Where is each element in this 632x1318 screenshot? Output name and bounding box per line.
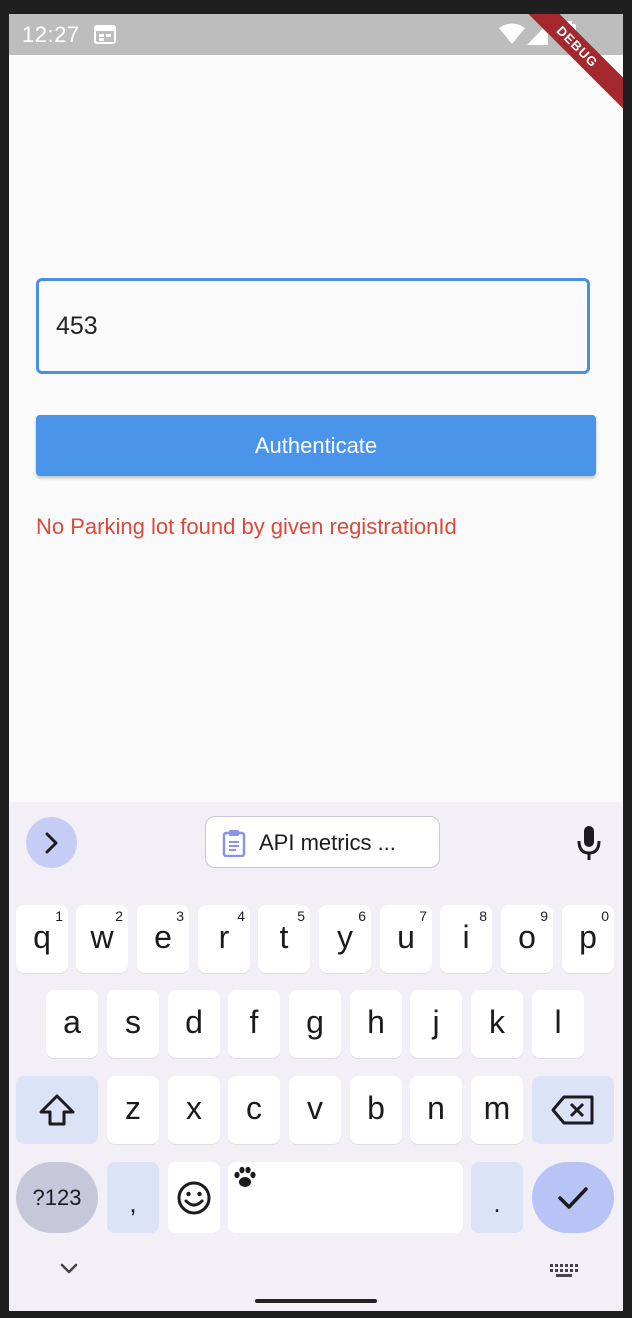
key-z[interactable]: z bbox=[107, 1076, 159, 1144]
key-i[interactable]: i8 bbox=[440, 905, 492, 973]
key-s[interactable]: s bbox=[107, 990, 159, 1058]
key-number-hint: 2 bbox=[115, 908, 123, 924]
home-indicator[interactable] bbox=[255, 1299, 377, 1303]
key-number-hint: 5 bbox=[297, 908, 305, 924]
key-c[interactable]: c bbox=[228, 1076, 280, 1144]
key-letter: q bbox=[33, 919, 51, 955]
space-key[interactable] bbox=[228, 1162, 463, 1233]
wifi-icon bbox=[499, 23, 525, 44]
key-l[interactable]: l bbox=[532, 990, 584, 1058]
key-q[interactable]: q1 bbox=[16, 905, 68, 973]
key-w[interactable]: w2 bbox=[76, 905, 128, 973]
key-number-hint: 6 bbox=[358, 908, 366, 924]
chevron-right-icon bbox=[45, 832, 57, 853]
key-y[interactable]: y6 bbox=[319, 905, 371, 973]
key-letter: e bbox=[154, 919, 172, 955]
keyboard-expand-button[interactable] bbox=[26, 817, 77, 868]
key-f[interactable]: f bbox=[228, 990, 280, 1058]
key-t[interactable]: t5 bbox=[258, 905, 310, 973]
registration-id-input[interactable] bbox=[36, 278, 590, 374]
mic-icon[interactable] bbox=[576, 825, 602, 861]
emoji-icon bbox=[177, 1181, 211, 1214]
key-number-hint: 8 bbox=[479, 908, 487, 924]
backspace-key[interactable] bbox=[532, 1076, 614, 1144]
key-letter: w bbox=[90, 919, 114, 955]
key-h[interactable]: h bbox=[350, 990, 402, 1058]
key-g[interactable]: g bbox=[289, 990, 341, 1058]
key-n[interactable]: n bbox=[410, 1076, 462, 1144]
check-icon bbox=[558, 1186, 588, 1209]
shift-key[interactable] bbox=[16, 1076, 98, 1144]
key-number-hint: 9 bbox=[540, 908, 548, 924]
emoji-key[interactable] bbox=[168, 1162, 220, 1233]
key-number-hint: 0 bbox=[601, 908, 609, 924]
key-letter: u bbox=[397, 919, 415, 955]
keyboard-icon[interactable] bbox=[550, 1264, 578, 1278]
clipboard-suggestion-chip[interactable]: API metrics ... bbox=[205, 816, 440, 868]
clipboard-icon bbox=[222, 830, 246, 857]
backspace-icon bbox=[551, 1095, 594, 1125]
key-u[interactable]: u7 bbox=[380, 905, 432, 973]
key-letter: p bbox=[579, 919, 597, 955]
key-p[interactable]: p0 bbox=[562, 905, 614, 973]
key-b[interactable]: b bbox=[350, 1076, 402, 1144]
key-v[interactable]: v bbox=[289, 1076, 341, 1144]
key-letter: t bbox=[279, 919, 289, 955]
key-e[interactable]: e3 bbox=[137, 905, 189, 973]
key-m[interactable]: m bbox=[471, 1076, 523, 1144]
key-x[interactable]: x bbox=[168, 1076, 220, 1144]
key-number-hint: 7 bbox=[419, 908, 427, 924]
key-letter: y bbox=[337, 919, 353, 955]
key-o[interactable]: o9 bbox=[501, 905, 553, 973]
key-k[interactable]: k bbox=[471, 990, 523, 1058]
key-letter: i bbox=[462, 919, 470, 955]
key-number-hint: 1 bbox=[55, 908, 63, 924]
key-r[interactable]: r4 bbox=[198, 905, 250, 973]
clipboard-suggestion-text: API metrics ... bbox=[259, 830, 396, 855]
key-a[interactable]: a bbox=[46, 990, 98, 1058]
key-number-hint: 3 bbox=[176, 908, 184, 924]
key-letter: r bbox=[218, 919, 230, 955]
on-screen-keyboard: API metrics ... q1 w2 e3 r4 t5 y6 u7 i8 … bbox=[9, 802, 623, 1311]
calendar-icon bbox=[94, 25, 116, 44]
comma-key[interactable]: , bbox=[107, 1162, 159, 1233]
status-bar: 12:27 DEBUG bbox=[9, 14, 623, 112]
key-letter: o bbox=[518, 919, 536, 955]
key-d[interactable]: d bbox=[168, 990, 220, 1058]
enter-key[interactable] bbox=[532, 1162, 614, 1233]
key-j[interactable]: j bbox=[410, 990, 462, 1058]
shift-icon bbox=[39, 1094, 75, 1126]
key-number-hint: 4 bbox=[237, 908, 245, 924]
chevron-down-icon[interactable] bbox=[59, 1262, 79, 1276]
error-message: No Parking lot found by given registrati… bbox=[36, 514, 457, 539]
status-time: 12:27 bbox=[22, 22, 80, 47]
symbols-key[interactable]: ?123 bbox=[16, 1162, 98, 1233]
authenticate-button[interactable]: Authenticate bbox=[36, 415, 596, 476]
app-screen: 12:27 DEBUG Authenticate No Parking lot … bbox=[9, 14, 623, 1311]
period-key[interactable]: . bbox=[471, 1162, 523, 1233]
paw-icon bbox=[234, 1166, 256, 1187]
